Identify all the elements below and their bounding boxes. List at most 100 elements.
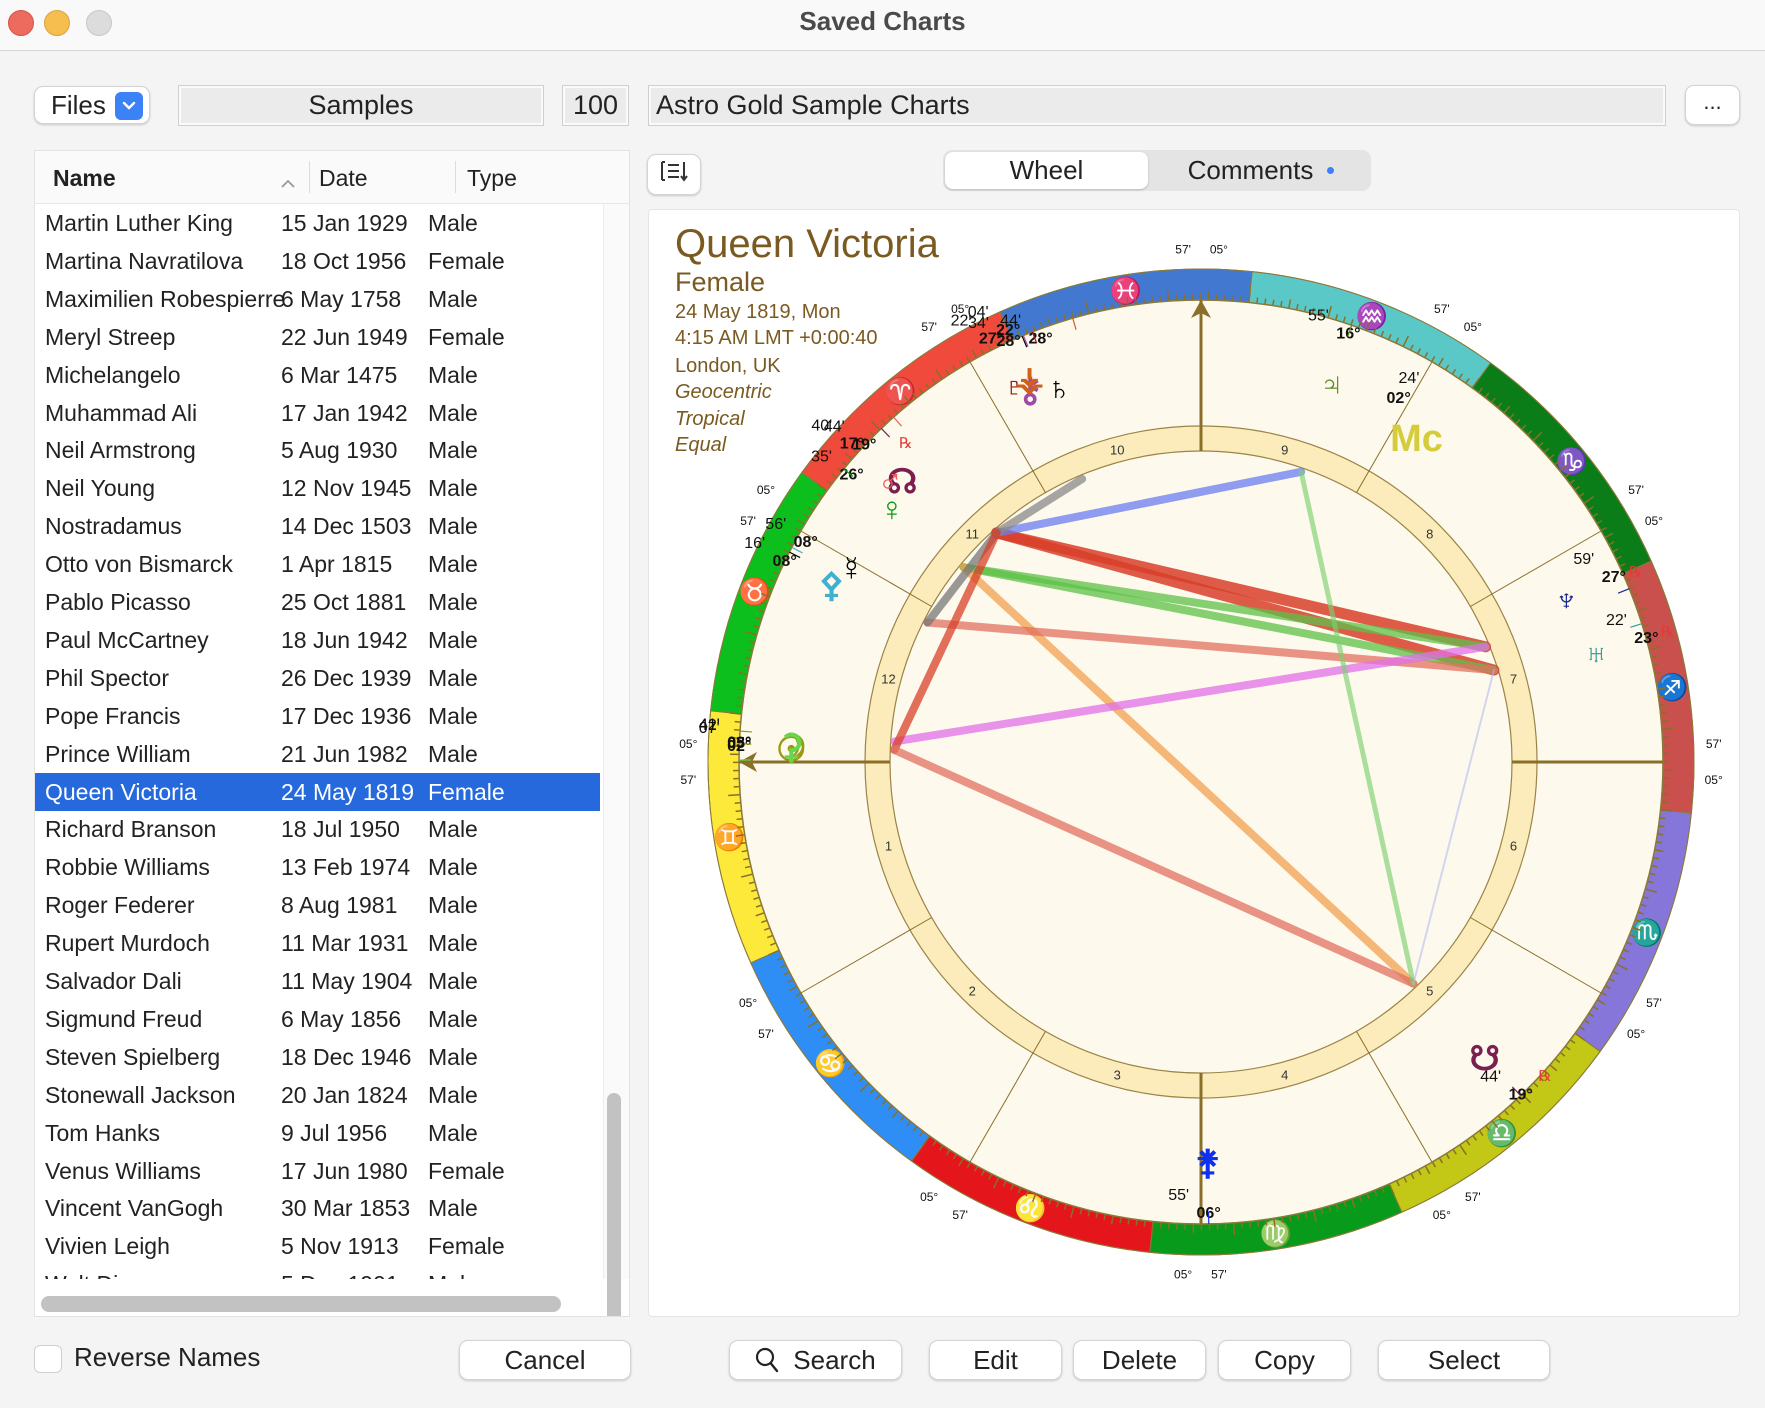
list-row[interactable]: Muhammad Ali 17 Jan 1942 Male	[35, 394, 600, 432]
list-row[interactable]: Pablo Picasso 25 Oct 1881 Male	[35, 583, 600, 621]
cell-date: 18 Dec 1946	[281, 1043, 412, 1070]
list-row[interactable]: Prince William 21 Jun 1982 Male	[35, 735, 600, 773]
column-header-name[interactable]: Name	[53, 165, 116, 192]
list-header: Name Date Type	[35, 151, 629, 204]
sort-ascending-icon[interactable]	[280, 168, 296, 195]
cell-date: 14 Dec 1503	[281, 513, 412, 540]
folder-field[interactable]: Samples	[178, 85, 544, 126]
list-row[interactable]: Martina Navratilova 18 Oct 1956 Female	[35, 242, 600, 280]
cell-date: 22 Jun 1949	[281, 323, 408, 350]
cell-type: Male	[428, 930, 478, 957]
column-header-type[interactable]: Type	[467, 165, 517, 192]
list-row[interactable]: Nostradamus 14 Dec 1503 Male	[35, 507, 600, 545]
degree-tick	[728, 793, 741, 797]
select-button[interactable]: Select	[1378, 1340, 1550, 1380]
degree-tick	[1272, 299, 1275, 306]
cell-type: Male	[428, 285, 478, 312]
reverse-names-checkbox[interactable]	[34, 1345, 62, 1373]
chart-wheel[interactable]: ♈♉♊♋♌♍♎♏♐♑♒♓105°57'205°57'305°57'405° 57'…	[650, 211, 1738, 1315]
degree-tick	[1127, 1218, 1130, 1225]
mars-icon: ♂	[878, 461, 904, 499]
collection-name-field[interactable]: Astro Gold Sample Charts	[648, 85, 1666, 126]
list-row[interactable]: Meryl Streep 22 Jun 1949 Female	[35, 318, 600, 356]
cusp-degree-label: 05°	[1464, 320, 1482, 334]
column-divider[interactable]	[309, 161, 310, 193]
cell-date: 17 Jun 1980	[281, 1157, 408, 1184]
cell-name: Otto von Bismarck	[45, 551, 233, 578]
cell-name: Pablo Picasso	[45, 589, 191, 615]
search-button[interactable]: Search	[729, 1340, 902, 1380]
list-row[interactable]: Walt Disney 5 Dec 1901 Male	[35, 1265, 600, 1279]
cell-type: Male	[428, 968, 478, 994]
cell-name: Nostradamus	[45, 513, 182, 540]
degree-tick	[736, 704, 743, 707]
cell-name: Sigmund Freud	[45, 1005, 203, 1032]
files-dropdown[interactable]: Files	[34, 86, 150, 124]
degree-tick	[1256, 1220, 1260, 1227]
list-row[interactable]: Michelangelo 6 Mar 1475 Male	[35, 356, 600, 394]
list-row[interactable]: Sigmund Freud 6 May 1856 Male	[35, 1000, 600, 1038]
cell-type: Male	[428, 475, 478, 502]
list-row[interactable]: Neil Young 12 Nov 1945 Male	[35, 469, 600, 507]
list-row[interactable]: Maximilien Robespierre 6 May 1758 Male	[35, 280, 600, 318]
column-header-date[interactable]: Date	[319, 165, 368, 192]
retrograde-icon: ℞	[1629, 564, 1642, 581]
list-row[interactable]: Rupert Murdoch 11 Mar 1931 Male	[35, 924, 600, 962]
vertical-scrollbar-thumb[interactable]	[607, 1093, 621, 1316]
list-row[interactable]: Paul McCartney 18 Jun 1942 Male	[35, 621, 600, 659]
delete-button[interactable]: Delete	[1073, 1340, 1206, 1380]
list-row[interactable]: Vincent VanGogh 30 Mar 1853 Male	[35, 1189, 600, 1227]
degree-tick	[739, 680, 747, 683]
cell-name: Stonewall Jackson	[45, 1081, 236, 1108]
cancel-button[interactable]: Cancel	[459, 1340, 631, 1380]
list-row[interactable]: Vivien Leigh 5 Nov 1913 Female	[35, 1227, 600, 1265]
cusp-minute-label: 57'	[1646, 996, 1662, 1010]
tab-wheel[interactable]: Wheel	[945, 152, 1148, 189]
title-bar: Saved Charts	[0, 0, 1765, 51]
cell-type: Male	[428, 210, 478, 236]
list-row[interactable]: Tom Hanks 9 Jul 1956 Male	[35, 1114, 600, 1152]
list-row[interactable]: Robbie Williams 13 Feb 1974 Male	[35, 848, 600, 886]
reverse-names-label[interactable]: Reverse Names	[74, 1342, 260, 1373]
edit-button[interactable]: Edit	[929, 1340, 1062, 1380]
cusp-minute-label: 57'	[1434, 302, 1450, 316]
cell-date: 18 Oct 1956	[281, 247, 407, 274]
leo-sign-icon: ♌	[1014, 1193, 1046, 1223]
cusp-minute-label: 57'	[1211, 1268, 1227, 1282]
degree-tick	[1240, 295, 1243, 302]
horizontal-scrollbar-thumb[interactable]	[41, 1296, 561, 1312]
list-row[interactable]: Pope Francis 17 Dec 1936 Male	[35, 697, 600, 735]
cell-type: Female	[428, 1157, 505, 1184]
degree-tick	[1240, 1222, 1243, 1229]
list-row[interactable]: Steven Spielberg 18 Dec 1946 Male	[35, 1038, 600, 1076]
juno-minute: 55'	[1168, 1187, 1189, 1204]
list-row[interactable]: Salvador Dali 11 May 1904 Male	[35, 962, 600, 1000]
list-row[interactable]: Richard Branson 18 Jul 1950 Male	[35, 810, 600, 848]
cell-date: 30 Mar 1853	[281, 1195, 411, 1222]
list-row[interactable]: Stonewall Jackson 20 Jan 1824 Male	[35, 1076, 600, 1114]
column-divider[interactable]	[455, 161, 456, 193]
cusp-minute-label: 57'	[1706, 737, 1722, 751]
degree-tick	[1159, 1222, 1162, 1229]
cusp-degree-label: 05°	[1174, 1268, 1192, 1282]
more-options-button[interactable]: ...	[1685, 85, 1740, 125]
cell-date: 6 Mar 1475	[281, 361, 398, 388]
list-row[interactable]: Phil Spector 26 Dec 1939 Male	[35, 659, 600, 697]
cell-name: Prince William	[45, 740, 191, 767]
tab-comments[interactable]: Comments	[1153, 152, 1369, 189]
list-row[interactable]: Martin Luther King 15 Jan 1929 Male	[35, 204, 600, 242]
list-row[interactable]: Roger Federer 8 Aug 1981 Male	[35, 886, 600, 924]
list-row[interactable]: Neil Armstrong 5 Aug 1930 Male	[35, 431, 600, 469]
cell-name: Maximilien Robespierre	[45, 285, 286, 312]
degree-tick	[1658, 695, 1665, 699]
cell-type: Male	[428, 1195, 478, 1222]
list-toggle-button[interactable]	[647, 154, 701, 195]
cell-type: Male	[428, 626, 478, 653]
house-number-11: 11	[966, 526, 980, 541]
degree-tick	[737, 696, 744, 699]
copy-button[interactable]: Copy	[1218, 1340, 1351, 1380]
list-row[interactable]: Otto von Bismarck 1 Apr 1815 Male	[35, 545, 600, 583]
list-row[interactable]: Venus Williams 17 Jun 1980 Female	[35, 1152, 600, 1190]
list-row[interactable]: Queen Victoria 24 May 1819 Female	[35, 772, 600, 811]
uranus-degree: 23°	[1634, 630, 1658, 647]
